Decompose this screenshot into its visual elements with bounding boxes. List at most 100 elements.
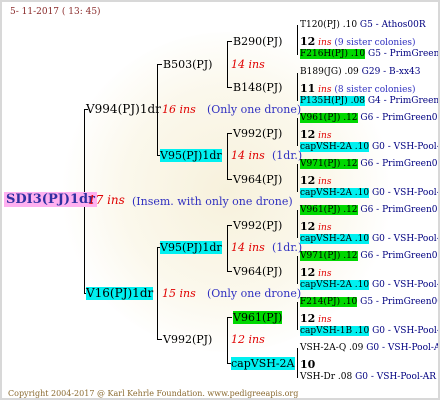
gen2-ins: 14 ins [231,241,265,254]
gen1-ins: 16 ins [162,103,196,116]
connector [227,41,228,87]
connector [227,317,232,318]
gen4-origin: G29 - B-xx43 [358,67,421,77]
gen4-label: VSH-Dr .08 [300,372,353,382]
gen4-queen: capVSH-1B .10 G0 - VSH-Pool-AR [300,325,440,338]
gen4-label: V961(PJ) .12 [300,113,358,123]
gen4-ins: ins [315,85,332,95]
connector [227,225,228,271]
gen2-queen: B503(PJ) [163,58,213,71]
connector [297,118,298,146]
gen4-origin: G0 - VSH-Pool-AR [371,142,440,152]
connector [227,271,232,272]
connector [157,247,158,339]
gen4-ins: ins [315,177,332,187]
connector [157,64,162,65]
gen4-origin: G0 - VSH-Pool-AR [372,326,440,336]
gen4-origin: G0 - VSH-Pool-AR [371,280,440,290]
connector [297,302,298,330]
gen2-ins: 14 ins [231,58,265,71]
gen3-queen: V964(PJ) [233,265,283,278]
gen4-origin: G6 - PrimGreen00 [357,205,440,215]
gen4-queen: V961(PJ) .12 G6 - PrimGreen00 [300,204,440,217]
gen1-queen: V994(PJ)1dr [86,102,161,116]
gen2-queen: V992(PJ) [163,333,213,346]
gen4-ins: ins [315,223,332,233]
gen4-queen: P135H(PJ) .08 G4 - PrimGreen00 [300,95,440,108]
gen4-label: V971(PJ) .12 [300,251,358,261]
gen4-queen: B189(JG) .09 G29 - B-xx43 [300,66,421,79]
gen4-origin: G5 - PrimGreen00 [368,49,440,59]
gen4-origin: G5 - PrimGreen00 [357,297,440,307]
gen4-count: 12 [300,266,316,279]
gen4-origin: G4 - PrimGreen00 [367,96,440,106]
gen4-count: 12 [300,312,316,325]
gen1-queen: V16(PJ)1dr [86,286,154,300]
gen4-count: 10 [300,358,316,371]
connector [297,210,298,238]
gen4-label: VSH-2A-Q .09 [300,343,364,353]
gen2-note: (1dr.) [272,241,303,254]
connector [227,41,232,42]
gen3-queen: V992(PJ) [233,127,283,140]
gen4-queen: T120(PJ) .10 G5 - Athos00R [300,19,426,32]
gen4-ins: ins [315,269,332,279]
gen4-count: 11 [300,82,316,95]
gen4-queen: capVSH-2A .10 G0 - VSH-Pool-AR [300,233,438,246]
gen4-label: capVSH-2A .10 [300,188,370,198]
gen2-note: (1dr.) [272,149,303,162]
gen4-count: 12 [300,220,316,233]
gen4-queen: V961(PJ) .12 G6 - PrimGreen00 [300,112,440,125]
gen1-note: (Only one drone) [207,103,302,116]
gen4-queen: V971(PJ) .12 G6 - PrimGreen00 [300,250,438,263]
gen4-label: F216H(PJ) .10 [300,49,366,59]
gen4-origin: G0 - VSH-Pool-AR [371,188,440,198]
gen4-queen: capVSH-2A .10 G0 - VSH-Pool-AR [300,141,440,154]
gen4-count: 12 [300,174,316,187]
connector [297,256,298,284]
gen4-ins: ins [315,38,332,48]
root-queen: SDI3(PJ)1dr [4,192,98,207]
gen4-label: capVSH-2A .10 [300,234,370,244]
connector [297,25,298,55]
date-stamp: 5- 11-2017 ( 13: 45) [10,7,101,17]
gen4-origin: G5 - Athos00R [357,20,426,30]
gen4-note: (8 sister colonies) [331,85,416,95]
root-note: (Insem. with only one drone) [132,195,293,208]
gen4-queen: F214(PJ) .10 G5 - PrimGreen00 [300,296,440,309]
connector [227,133,232,134]
gen4-origin: G0 - VSH-Pool-AR [363,343,440,353]
connector [157,339,162,340]
gen4-queen: V971(PJ) .12 G6 - PrimGreen00 [300,158,438,171]
gen3-queen: V961(PJ) [233,311,283,324]
gen1-note: (Only one drone) [207,287,302,300]
gen4-origin: G0 - VSH-Pool-AR [352,372,437,382]
gen4-origin: G6 - PrimGreen00 [357,113,440,123]
gen4-label: F214(PJ) .10 [300,297,358,307]
connector [227,317,228,363]
gen2-queen: V95(PJ)1dr [160,149,222,162]
gen4-ins: ins [315,315,332,325]
gen4-label: capVSH-1B .10 [300,326,370,336]
connector [227,225,232,226]
gen2-queen: V95(PJ)1dr [160,241,222,254]
copyright: Copyright 2004-2017 @ Karl Kehrle Founda… [8,389,299,398]
gen4-label: V971(PJ) .12 [300,159,358,169]
gen4-label: B189(JG) .09 [300,67,359,77]
gen4-queen: F216H(PJ) .10 G5 - PrimGreen00 [300,48,440,61]
gen4-queen: VSH-2A-Q .09 G0 - VSH-Pool-AR [300,342,440,355]
gen4-count: 12 [300,128,316,141]
gen3-queen: B148(PJ) [233,81,283,94]
gen4-queen: VSH-Dr .08 G0 - VSH-Pool-AR [300,371,436,384]
connector [297,348,298,378]
gen3-queen: V992(PJ) [233,219,283,232]
gen4-ins: ins [315,131,332,141]
connector [227,133,228,179]
pedigree-diagram: 5- 11-2017 ( 13: 45) SDI3(PJ)1dr 17 ins … [0,0,440,400]
gen3-queen: B290(PJ) [233,35,283,48]
connector [297,73,298,101]
gen4-label: capVSH-2A .10 [300,142,370,152]
gen1-ins: 15 ins [162,287,196,300]
gen2-ins: 14 ins [231,149,265,162]
gen2-ins: 12 ins [231,333,265,346]
